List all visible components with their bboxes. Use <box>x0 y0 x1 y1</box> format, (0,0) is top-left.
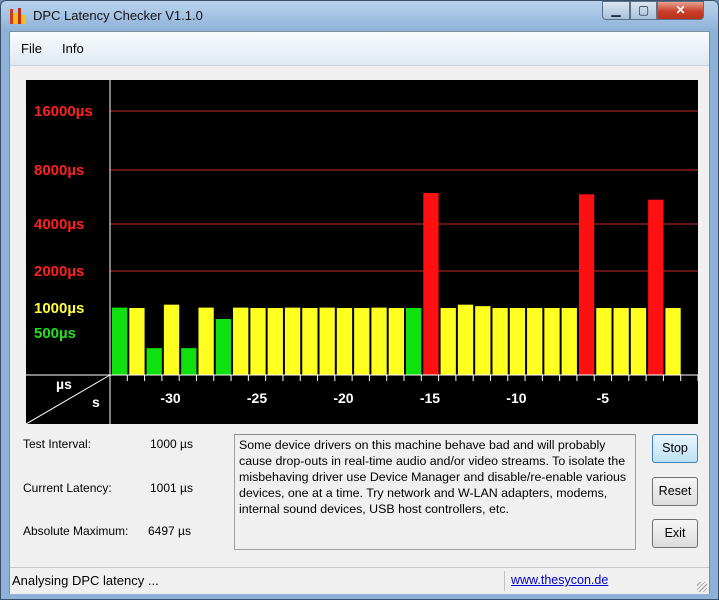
absolute-maximum-value: 6497 µs <box>148 524 191 538</box>
latency-bar <box>146 348 162 375</box>
minimize-button[interactable]: ▁ <box>602 1 630 20</box>
absolute-maximum-label: Absolute Maximum: <box>23 524 129 538</box>
website-link[interactable]: www.thesycon.de <box>511 573 608 587</box>
maximize-button[interactable]: ▢ <box>630 1 657 20</box>
y-tick-label: 2000µs <box>34 263 84 280</box>
close-button[interactable]: ✕ <box>657 1 704 20</box>
menu-info[interactable]: Info <box>62 41 84 56</box>
x-tick-label: -30 <box>160 390 180 406</box>
current-latency-label: Current Latency: <box>23 481 112 495</box>
latency-bar <box>233 307 249 375</box>
menu-bar: File Info <box>10 32 709 66</box>
latency-bar <box>440 308 456 375</box>
latency-bar <box>527 308 543 375</box>
latency-bar <box>475 306 491 375</box>
y-tick-label: 4000µs <box>34 216 84 233</box>
latency-bar <box>509 308 526 375</box>
latency-chart: 16000µs8000µs4000µs2000µs1000µs500µs µs … <box>26 80 698 424</box>
latency-bar <box>163 304 180 375</box>
status-text: Analysing DPC latency ... <box>12 573 159 588</box>
y-tick-label: 500µs <box>34 325 76 342</box>
latency-bar <box>284 307 301 375</box>
latency-bar <box>336 308 353 375</box>
latency-bar <box>406 308 422 375</box>
exit-button[interactable]: Exit <box>652 519 698 548</box>
latency-bar <box>371 307 387 375</box>
status-bar: Analysing DPC latency ... www.thesycon.d… <box>10 567 709 594</box>
y-tick-label: 16000µs <box>34 103 93 120</box>
message-box: Some device drivers on this machine beha… <box>234 434 636 550</box>
test-interval-label: Test Interval: <box>23 437 92 451</box>
x-tick-label: -20 <box>333 390 353 406</box>
latency-bar <box>354 308 370 375</box>
latency-bar <box>302 308 318 375</box>
current-latency-value: 1001 µs <box>150 481 193 495</box>
y-tick-label: 1000µs <box>34 300 84 317</box>
latency-bar <box>112 307 128 375</box>
test-interval-value: 1000 µs <box>150 437 193 451</box>
latency-bar <box>457 304 474 375</box>
latency-bar <box>544 308 560 375</box>
latency-bar <box>648 199 664 375</box>
latency-bar <box>492 308 508 375</box>
title-bar[interactable]: DPC Latency Checker V1.1.0 ▁ ▢ ✕ <box>1 1 718 31</box>
reset-button[interactable]: Reset <box>652 477 698 506</box>
app-icon <box>9 7 27 24</box>
stop-button[interactable]: Stop <box>652 434 698 463</box>
window-title: DPC Latency Checker V1.1.0 <box>33 8 203 23</box>
x-tick-label: -15 <box>420 390 440 406</box>
menu-file[interactable]: File <box>21 41 42 56</box>
app-window: DPC Latency Checker V1.1.0 ▁ ▢ ✕ File In… <box>0 0 719 600</box>
x-tick-label: -25 <box>247 390 267 406</box>
x-unit-label: s <box>92 394 100 410</box>
latency-bar <box>665 308 681 375</box>
latency-bar <box>578 194 595 375</box>
y-tick-label: 8000µs <box>34 162 84 179</box>
x-tick-label: -10 <box>506 390 526 406</box>
latency-bar <box>630 308 647 375</box>
resize-grip-icon[interactable] <box>697 582 707 592</box>
latency-bar <box>596 308 612 375</box>
latency-bar <box>423 192 439 375</box>
client-area: File Info 16000µs 8000µs 4000µs 2000µs 1000µ… <box>9 31 710 594</box>
latency-bar <box>215 319 232 375</box>
latency-bar <box>561 308 577 375</box>
latency-bar <box>267 308 283 375</box>
latency-bar <box>181 348 197 375</box>
latency-bar <box>613 308 629 375</box>
latency-bar <box>388 308 404 375</box>
latency-bar <box>250 308 266 375</box>
status-divider <box>504 571 505 591</box>
latency-bar <box>129 308 145 375</box>
x-tick-label: -5 <box>597 390 610 406</box>
y-unit-label: µs <box>56 376 72 392</box>
latency-bar <box>319 307 335 375</box>
latency-bar <box>198 307 214 375</box>
